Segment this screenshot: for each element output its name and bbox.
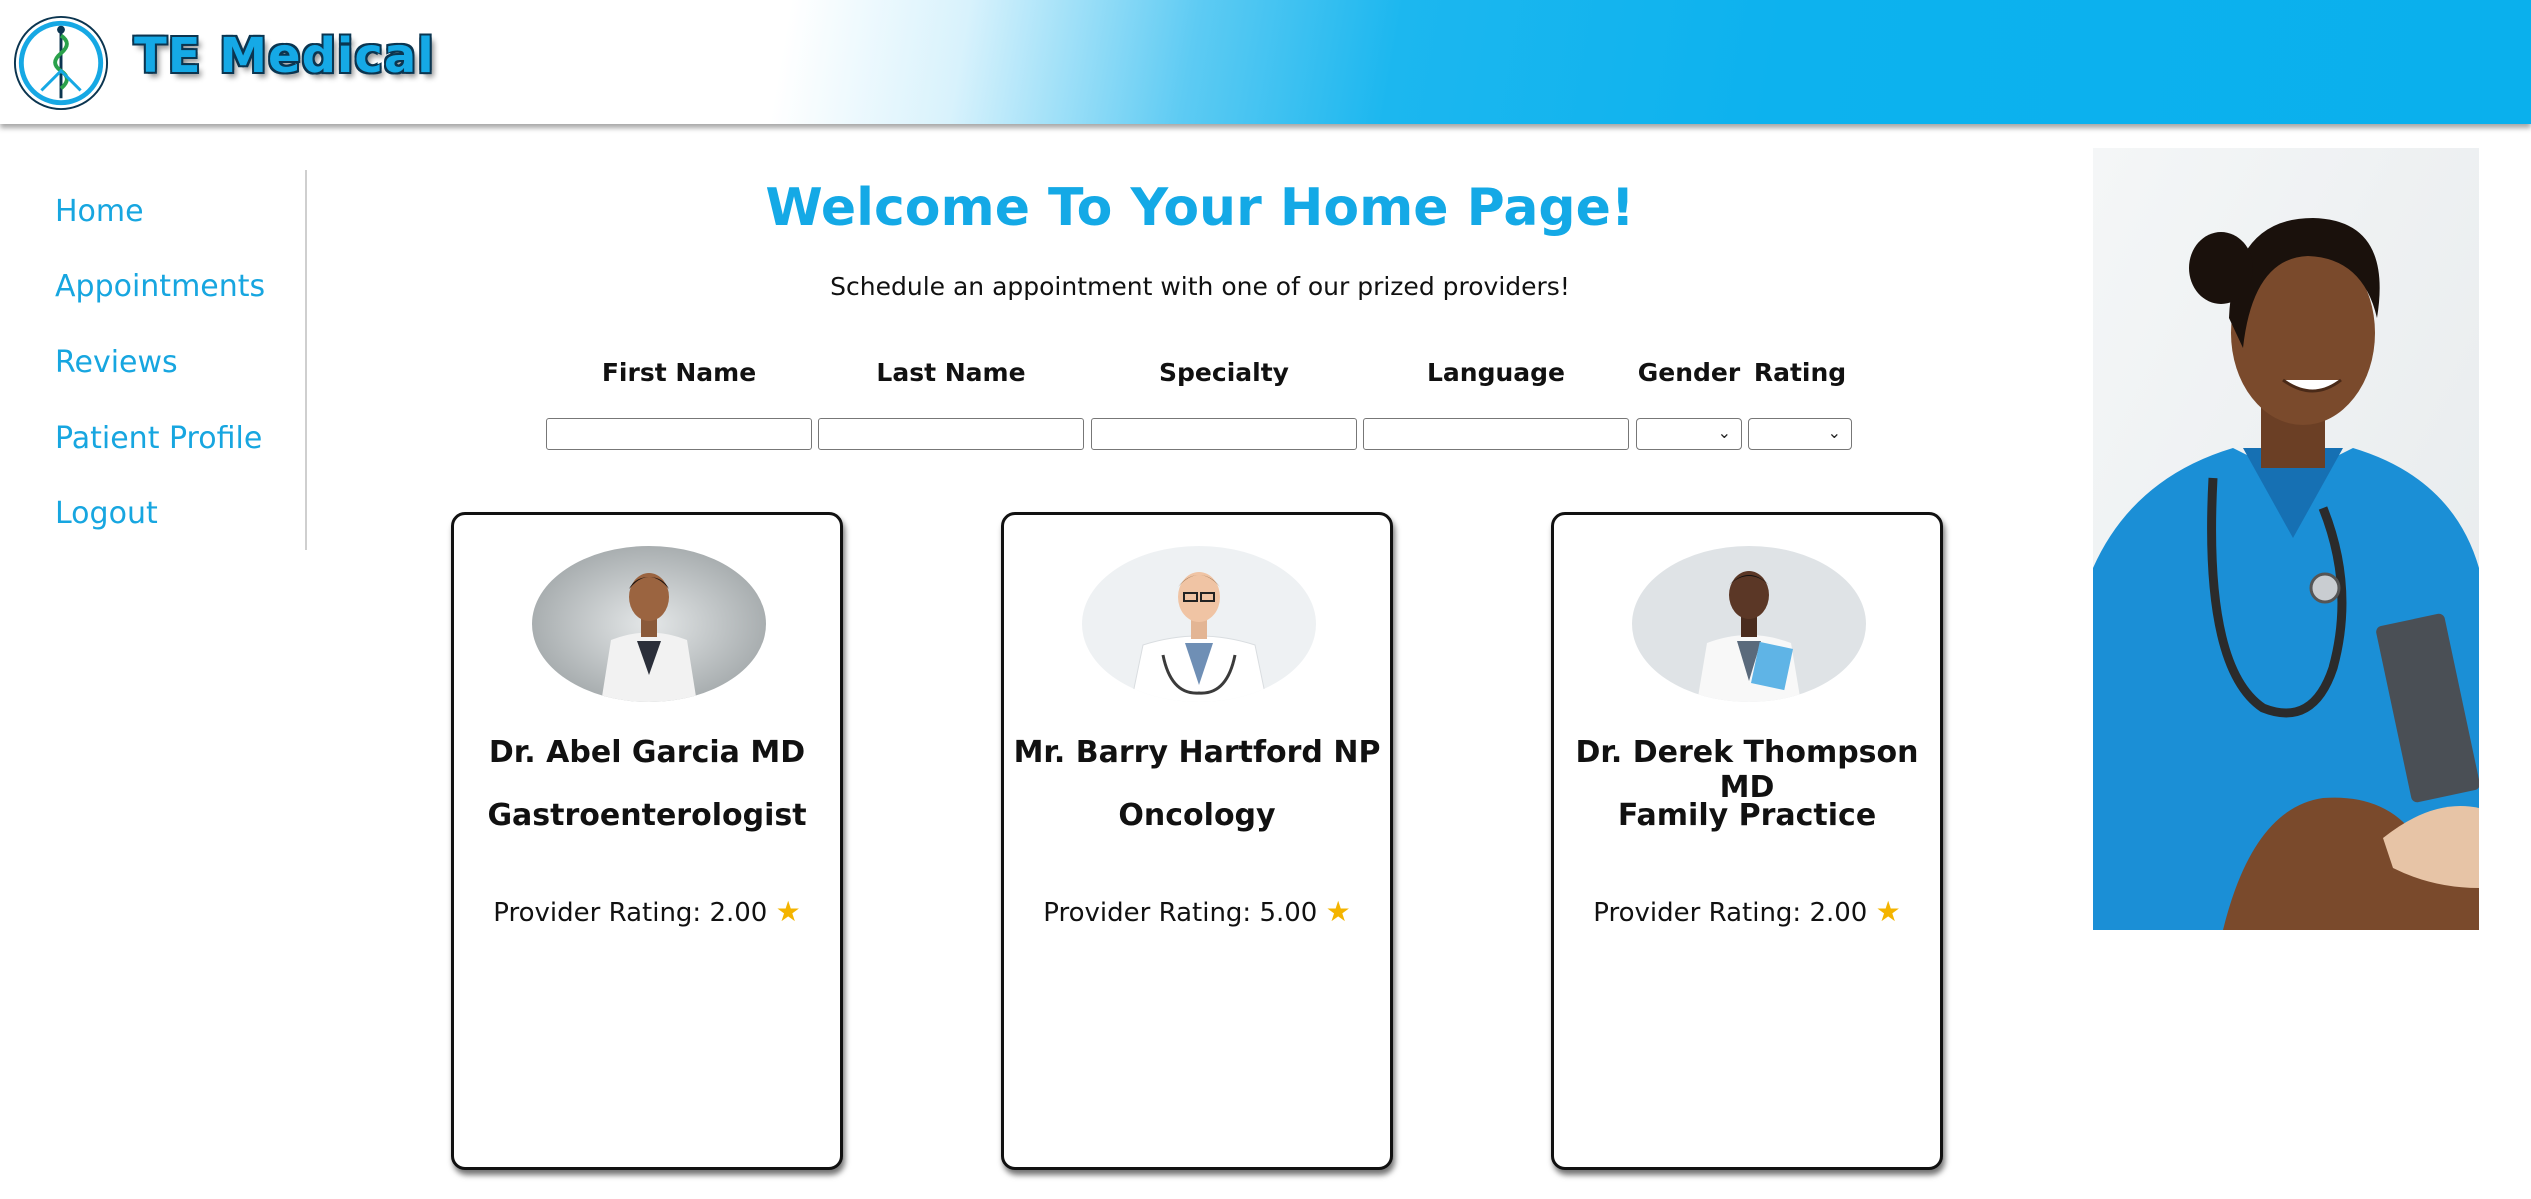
nurse-hero-image — [2093, 148, 2479, 930]
star-icon: ★ — [1875, 895, 1901, 928]
page-title: Welcome To Your Home Page! — [765, 178, 1635, 238]
provider-photo — [1082, 546, 1316, 702]
sidebar-item-logout[interactable]: Logout — [55, 496, 158, 531]
chevron-down-icon: ⌄ — [1717, 423, 1731, 442]
provider-name: Mr. Barry Hartford NP — [1013, 735, 1381, 770]
last-name-input[interactable] — [818, 418, 1084, 450]
last-name-label: Last Name — [876, 358, 1026, 387]
provider-name: Dr. Derek Thompson MD — [1575, 735, 1919, 805]
provider-name: Dr. Abel Garcia MD — [488, 735, 806, 770]
provider-rating: Provider Rating: 5.00 ★ — [1004, 895, 1390, 928]
chevron-down-icon: ⌄ — [1827, 423, 1841, 442]
provider-card[interactable]: Dr. Derek Thompson MD Family Practice Pr… — [1551, 512, 1943, 1170]
provider-rating: Provider Rating: 2.00 ★ — [1554, 895, 1940, 928]
sidebar-item-home[interactable]: Home — [55, 194, 144, 229]
provider-rating-text: Provider Rating: 5.00 — [1043, 898, 1318, 928]
gender-label: Gender — [1637, 358, 1741, 387]
language-label: Language — [1426, 358, 1565, 387]
star-icon: ★ — [775, 895, 801, 928]
star-icon: ★ — [1325, 895, 1351, 928]
provider-photo — [1632, 546, 1866, 702]
provider-specialty: Gastroenterologist — [487, 798, 807, 833]
provider-rating-text: Provider Rating: 2.00 — [493, 898, 768, 928]
provider-photo — [532, 546, 766, 702]
first-name-label: First Name — [601, 358, 757, 387]
sidebar-item-appointments[interactable]: Appointments — [55, 269, 265, 304]
language-input[interactable] — [1363, 418, 1629, 450]
specialty-input[interactable] — [1091, 418, 1357, 450]
site-header: TE Medical — [0, 0, 2531, 124]
brand-name: TE Medical — [134, 28, 435, 84]
provider-card[interactable]: Dr. Abel Garcia MD Gastroenterologist Pr… — [451, 512, 843, 1170]
gender-select[interactable]: ⌄ — [1636, 418, 1742, 450]
sidebar-item-patient-profile[interactable]: Patient Profile — [55, 421, 262, 456]
first-name-input[interactable] — [546, 418, 812, 450]
sidebar-item-reviews[interactable]: Reviews — [55, 345, 178, 380]
provider-specialty: Oncology — [1118, 798, 1276, 833]
provider-card[interactable]: Mr. Barry Hartford NP Oncology Provider … — [1001, 512, 1393, 1170]
provider-rating: Provider Rating: 2.00 ★ — [454, 895, 840, 928]
provider-specialty: Family Practice — [1617, 798, 1877, 833]
rating-select[interactable]: ⌄ — [1748, 418, 1852, 450]
rating-label: Rating — [1753, 358, 1847, 387]
sidebar-nav: Home Appointments Reviews Patient Profil… — [0, 170, 307, 550]
caduceus-icon[interactable] — [12, 14, 110, 112]
specialty-label: Specialty — [1159, 358, 1289, 387]
page-subtitle: Schedule an appointment with one of our … — [830, 272, 1570, 301]
provider-rating-text: Provider Rating: 2.00 — [1593, 898, 1868, 928]
